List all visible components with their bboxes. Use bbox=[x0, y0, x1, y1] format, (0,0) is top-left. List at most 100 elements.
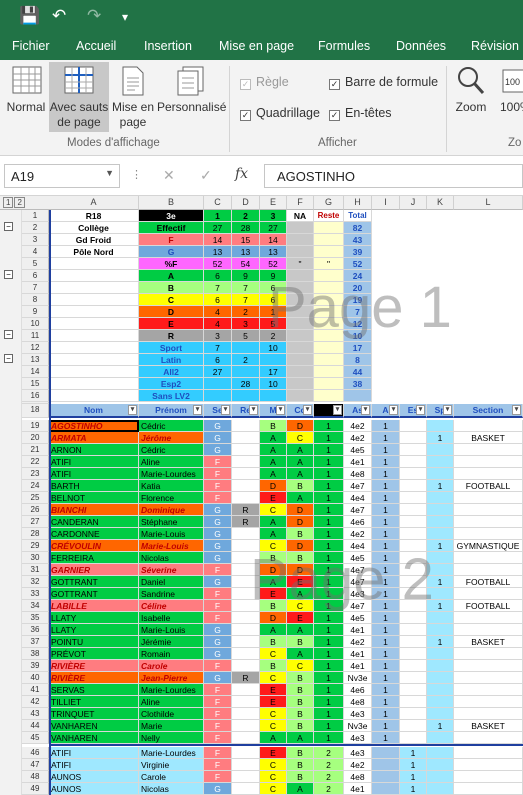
student-esp[interactable] bbox=[400, 600, 427, 612]
student-class-origin[interactable]: 4e2 bbox=[344, 528, 372, 540]
student-esp[interactable] bbox=[400, 444, 427, 456]
student-class-origin[interactable]: 4e7 bbox=[344, 600, 372, 612]
student-sex[interactable]: G bbox=[204, 444, 232, 456]
row-header[interactable]: 43 bbox=[22, 708, 49, 720]
summary-na[interactable] bbox=[287, 354, 314, 366]
student-first-name[interactable]: Clothilde bbox=[139, 708, 204, 720]
student-math[interactable]: C bbox=[260, 783, 287, 795]
page-break-preview-button[interactable]: Avec sauts de page bbox=[49, 62, 109, 132]
student-class-origin[interactable]: 4e7 bbox=[344, 564, 372, 576]
student-sport[interactable] bbox=[427, 708, 454, 720]
row-header[interactable]: 3 bbox=[22, 234, 49, 246]
student-first-name[interactable]: Carole bbox=[139, 771, 204, 783]
student-group[interactable]: 1 bbox=[314, 420, 344, 432]
student-comportement[interactable]: B bbox=[287, 480, 314, 492]
summary-value[interactable]: 15 bbox=[232, 234, 260, 246]
student-math[interactable]: B bbox=[260, 600, 287, 612]
student-comportement[interactable]: A bbox=[287, 444, 314, 456]
summary-total[interactable]: 38 bbox=[344, 378, 372, 390]
student-sport[interactable] bbox=[427, 528, 454, 540]
column-header-B[interactable]: B bbox=[139, 196, 204, 210]
student-comportement[interactable]: D bbox=[287, 564, 314, 576]
student-comportement[interactable]: E bbox=[287, 612, 314, 624]
student-group[interactable]: 1 bbox=[314, 516, 344, 528]
student-comportement[interactable]: B bbox=[287, 672, 314, 684]
student-sport[interactable] bbox=[427, 588, 454, 600]
summary-value[interactable]: 13 bbox=[260, 246, 287, 258]
student-last-name[interactable]: BELNOT bbox=[49, 492, 139, 504]
summary-value[interactable]: 52 bbox=[204, 258, 232, 270]
row-header[interactable]: 35 bbox=[22, 612, 49, 624]
cell-header-3[interactable]: 3 bbox=[260, 210, 287, 222]
student-first-name[interactable]: Sandrine bbox=[139, 588, 204, 600]
summary-label[interactable]: R bbox=[139, 330, 204, 342]
row-header[interactable]: 11 bbox=[22, 330, 49, 342]
row-header[interactable]: 46 bbox=[22, 747, 49, 759]
student-sport[interactable] bbox=[427, 732, 454, 744]
student-esp[interactable] bbox=[400, 696, 427, 708]
summary-reste[interactable] bbox=[314, 378, 344, 390]
student-first-name[interactable]: Aline bbox=[139, 696, 204, 708]
student-esp[interactable]: 1 bbox=[400, 771, 427, 783]
cell-header-total[interactable]: Total bbox=[344, 210, 372, 222]
summary-reste[interactable] bbox=[314, 282, 344, 294]
student-last-name[interactable]: LABILLE bbox=[49, 600, 139, 612]
student-esp[interactable] bbox=[400, 672, 427, 684]
student-last-name[interactable]: GOTTRANT bbox=[49, 588, 139, 600]
summary-total[interactable]: 43 bbox=[344, 234, 372, 246]
row-header[interactable]: 2 bbox=[22, 222, 49, 234]
student-last-name[interactable]: ATIFI bbox=[49, 747, 139, 759]
column-header-H[interactable]: H bbox=[344, 196, 372, 210]
student-section[interactable] bbox=[454, 684, 523, 696]
student-group[interactable]: 1 bbox=[314, 444, 344, 456]
student-math[interactable]: E bbox=[260, 588, 287, 600]
summary-value[interactable]: 1 bbox=[260, 306, 287, 318]
student-section[interactable]: BASKET bbox=[454, 720, 523, 732]
student-sex[interactable]: G bbox=[204, 624, 232, 636]
summary-total[interactable]: 12 bbox=[344, 318, 372, 330]
student-sex[interactable]: F bbox=[204, 660, 232, 672]
summary-total[interactable]: 44 bbox=[344, 366, 372, 378]
student-first-name[interactable]: Marie-Louis bbox=[139, 540, 204, 552]
summary-label[interactable]: B bbox=[139, 282, 204, 294]
summary-label[interactable]: A bbox=[139, 270, 204, 282]
tab-insertion[interactable]: Insertion bbox=[144, 39, 192, 53]
student-last-name[interactable]: LLATY bbox=[49, 612, 139, 624]
row-header[interactable]: 40 bbox=[22, 672, 49, 684]
student-sport[interactable] bbox=[427, 684, 454, 696]
student-redoublant[interactable]: R bbox=[232, 516, 260, 528]
row-header[interactable]: 30 bbox=[22, 552, 49, 564]
student-sport[interactable] bbox=[427, 696, 454, 708]
student-group[interactable]: 1 bbox=[314, 720, 344, 732]
student-redoublant[interactable] bbox=[232, 432, 260, 444]
student-class-origin[interactable]: 4e7 bbox=[344, 504, 372, 516]
student-first-name[interactable]: Marie-Lourdes bbox=[139, 468, 204, 480]
summary-reste[interactable] bbox=[314, 330, 344, 342]
student-redoublant[interactable] bbox=[232, 759, 260, 771]
row-header[interactable]: 25 bbox=[22, 492, 49, 504]
summary-reste[interactable] bbox=[314, 294, 344, 306]
filter-header[interactable]: Sp ▾ bbox=[427, 404, 454, 418]
student-math[interactable]: A bbox=[260, 444, 287, 456]
filter-header[interactable]: Es ▾ bbox=[400, 404, 427, 418]
filter-header[interactable]: M ▾ bbox=[260, 404, 287, 418]
student-sex[interactable]: F bbox=[204, 492, 232, 504]
filter-dropdown-icon[interactable]: ▾ bbox=[443, 405, 452, 415]
cell[interactable] bbox=[49, 306, 139, 318]
student-last-name[interactable]: ATIFI bbox=[49, 468, 139, 480]
student-group[interactable]: 1 bbox=[314, 648, 344, 660]
checkbox-quadrillage[interactable]: ✓ Quadrillage bbox=[240, 106, 320, 121]
student-class-origin[interactable]: 4e1 bbox=[344, 660, 372, 672]
student-math[interactable]: C bbox=[260, 720, 287, 732]
student-last-name[interactable]: AUNOS bbox=[49, 783, 139, 795]
summary-label[interactable]: D bbox=[139, 306, 204, 318]
summary-reste[interactable]: " bbox=[314, 258, 344, 270]
filter-header[interactable]: As ▾ bbox=[344, 404, 372, 418]
summary-reste[interactable] bbox=[314, 390, 344, 402]
student-first-name[interactable]: Jérôme bbox=[139, 432, 204, 444]
row-header[interactable]: 20 bbox=[22, 432, 49, 444]
student-esp[interactable] bbox=[400, 636, 427, 648]
student-class-origin[interactable]: Nv3e bbox=[344, 672, 372, 684]
cell[interactable] bbox=[49, 390, 139, 402]
row-header[interactable]: 18 bbox=[22, 404, 49, 418]
